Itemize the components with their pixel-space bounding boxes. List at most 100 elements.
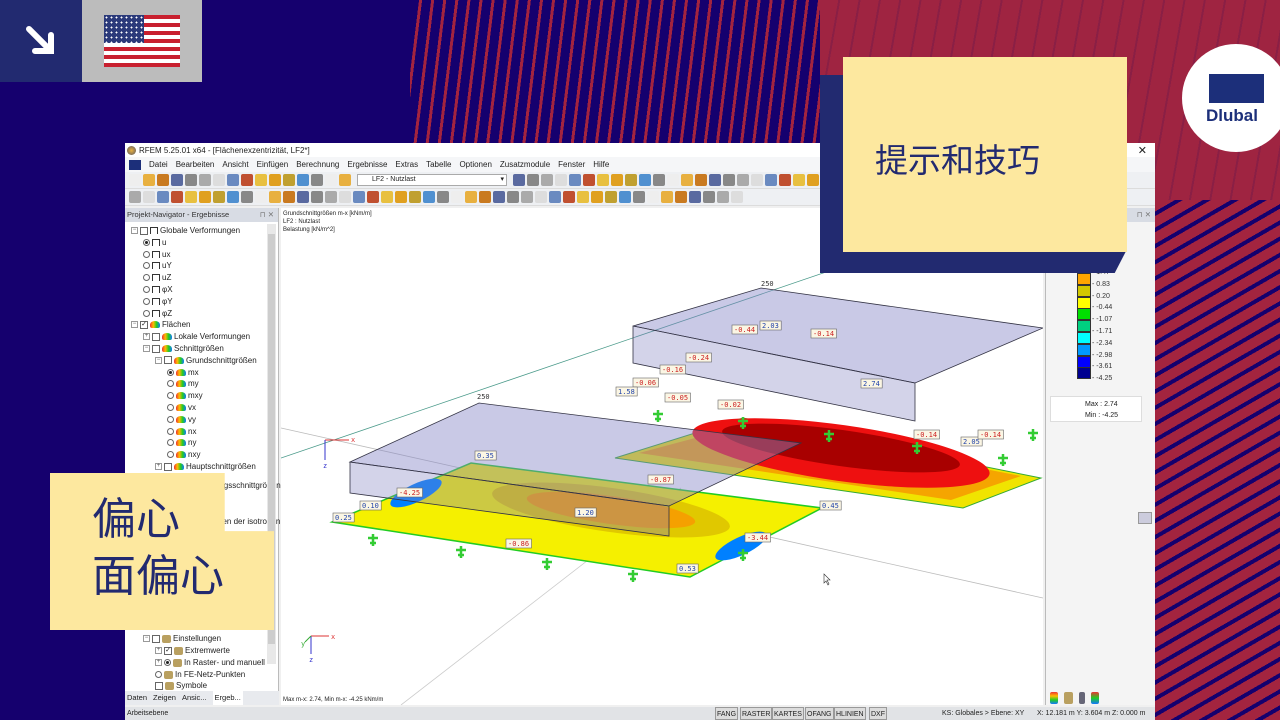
toolbar-button-icon[interactable] — [507, 191, 519, 203]
toolbar-button-icon[interactable] — [143, 191, 155, 203]
toolbar-button-icon[interactable] — [597, 174, 609, 186]
toolbar-button-icon[interactable] — [157, 174, 169, 186]
toolbar-button-icon[interactable] — [241, 191, 253, 203]
toolbar-button-icon[interactable] — [199, 174, 211, 186]
toolbar-button-icon[interactable] — [611, 174, 623, 186]
language-flag-button[interactable] — [82, 0, 202, 82]
toolbar-button-icon[interactable] — [325, 174, 337, 186]
toolbar-button-icon[interactable] — [297, 191, 309, 203]
toolbar-button-icon[interactable] — [227, 174, 239, 186]
checkbox[interactable] — [164, 462, 172, 471]
radio-button[interactable] — [143, 250, 150, 258]
tree-item[interactable]: uZ — [143, 272, 171, 283]
checkbox[interactable] — [155, 681, 163, 690]
expand-icon[interactable]: − — [131, 227, 138, 234]
toolbar-button-icon[interactable] — [465, 191, 477, 203]
toolbar-button-icon[interactable] — [577, 191, 589, 203]
radio-button[interactable] — [167, 415, 174, 423]
panel-tool-icon[interactable] — [1138, 512, 1152, 524]
toolbar-button-icon[interactable] — [667, 174, 679, 186]
tree-item[interactable]: − Schnittgrößen — [143, 343, 224, 354]
toolbar-button-icon[interactable] — [661, 191, 673, 203]
toolbar-button-icon[interactable] — [639, 174, 651, 186]
toolbar-button-icon[interactable] — [213, 191, 225, 203]
toolbar-button-icon[interactable] — [527, 174, 539, 186]
toolbar-button-icon[interactable] — [339, 174, 351, 186]
status-fang[interactable]: FANG — [715, 707, 739, 720]
tree-item[interactable]: − Globale Verformungen — [131, 225, 240, 236]
menu-optionen[interactable]: Optionen — [459, 160, 491, 169]
tree-item[interactable]: In FE-Netz-Punkten — [155, 669, 245, 680]
radio-button[interactable] — [143, 286, 150, 293]
tree-item[interactable]: + Lokale Verformungen — [143, 331, 250, 342]
tree-item[interactable]: my — [167, 378, 199, 389]
status-kartes[interactable]: KARTES — [772, 707, 804, 720]
checkbox[interactable] — [140, 226, 148, 235]
toolbar-button-icon[interactable] — [493, 191, 505, 203]
radio-button[interactable] — [167, 392, 174, 400]
toolbar-button-icon[interactable] — [255, 191, 267, 203]
toolbar-button-icon[interactable] — [409, 191, 421, 203]
radio-button[interactable] — [167, 404, 174, 411]
3d-viewport[interactable]: 250 250 -4.25 0.10 0.25 -0.87 1.20 -0.86 -3.44… — [281, 208, 1043, 705]
menu-ergebnisse[interactable]: Ergebnisse — [347, 160, 387, 169]
toolbar-button-icon[interactable] — [255, 174, 267, 186]
expand-icon[interactable]: − — [143, 635, 150, 642]
toolbar-button-icon[interactable] — [731, 191, 743, 203]
radio-button[interactable] — [167, 439, 174, 447]
tree-item[interactable]: φY — [143, 296, 173, 307]
expand-icon[interactable]: + — [155, 659, 162, 666]
status-ofang[interactable]: OFANG — [805, 707, 834, 720]
pen-icon[interactable] — [1079, 692, 1085, 704]
tree-item[interactable]: φX — [143, 284, 173, 295]
toolbar-button-icon[interactable] — [779, 174, 791, 186]
pin-close-icon[interactable]: ⊓ ✕ — [260, 208, 274, 222]
tree-item[interactable]: nx — [167, 426, 196, 437]
tree-item[interactable]: nxy — [167, 449, 200, 460]
checkbox[interactable]: ✓ — [164, 646, 172, 655]
toolbar-button-icon[interactable] — [283, 174, 295, 186]
toolbar-button-icon[interactable] — [423, 191, 435, 203]
toolbar-button-icon[interactable] — [737, 174, 749, 186]
radio-button[interactable] — [167, 427, 174, 435]
tree-item[interactable]: mxy — [167, 390, 203, 401]
menu-einfuegen[interactable]: Einfügen — [257, 160, 289, 169]
toolbar-button-icon[interactable] — [591, 191, 603, 203]
toolbar-button-icon[interactable] — [297, 174, 309, 186]
menu-tabelle[interactable]: Tabelle — [426, 160, 451, 169]
tree-item[interactable]: − ✓ Flächen — [131, 319, 190, 330]
toolbar-button-icon[interactable] — [709, 174, 721, 186]
tree-item[interactable]: − Grundschnittgrößen — [155, 355, 257, 366]
expand-icon[interactable]: − — [155, 356, 162, 364]
tree-item[interactable]: uY — [143, 260, 172, 271]
radio-button[interactable] — [167, 368, 174, 376]
tree-item[interactable]: Symbole — [155, 680, 207, 691]
toolbar-button-icon[interactable] — [513, 174, 525, 186]
checkbox[interactable]: ✓ — [140, 320, 148, 329]
radio-button[interactable] — [167, 380, 174, 388]
toolbar-button-icon[interactable] — [521, 191, 533, 203]
toolbar-button-icon[interactable] — [171, 191, 183, 203]
toolbar-button-icon[interactable] — [185, 191, 197, 203]
toolbar-button-icon[interactable] — [367, 191, 379, 203]
toolbar-button-icon[interactable] — [723, 174, 735, 186]
toolbar-button-icon[interactable] — [143, 174, 155, 186]
menu-datei[interactable]: Datei — [149, 160, 168, 169]
toolbar-button-icon[interactable] — [269, 191, 281, 203]
menu-ansicht[interactable]: Ansicht — [222, 160, 248, 169]
menu-berechnung[interactable]: Berechnung — [296, 160, 339, 169]
expand-icon[interactable]: + — [143, 333, 150, 341]
load-case-select[interactable]: LF2 - Nutzlast — [357, 174, 507, 186]
menu-hilfe[interactable]: Hilfe — [593, 160, 609, 169]
toolbar-button-icon[interactable] — [703, 191, 715, 203]
tree-item[interactable]: u — [143, 237, 166, 248]
toolbar-button-icon[interactable] — [395, 191, 407, 203]
checkbox[interactable] — [152, 344, 160, 353]
radio-button[interactable] — [167, 451, 174, 459]
toolbar-button-icon[interactable] — [269, 174, 281, 186]
tree-item[interactable]: mx — [167, 367, 199, 378]
radio-button[interactable] — [143, 274, 150, 282]
toolbar-button-icon[interactable] — [541, 174, 553, 186]
model-view[interactable]: 250 250 -4.25 0.10 0.25 -0.87 1.20 -0.86 -3.44… — [281, 208, 1043, 705]
radio-button[interactable] — [143, 238, 150, 246]
